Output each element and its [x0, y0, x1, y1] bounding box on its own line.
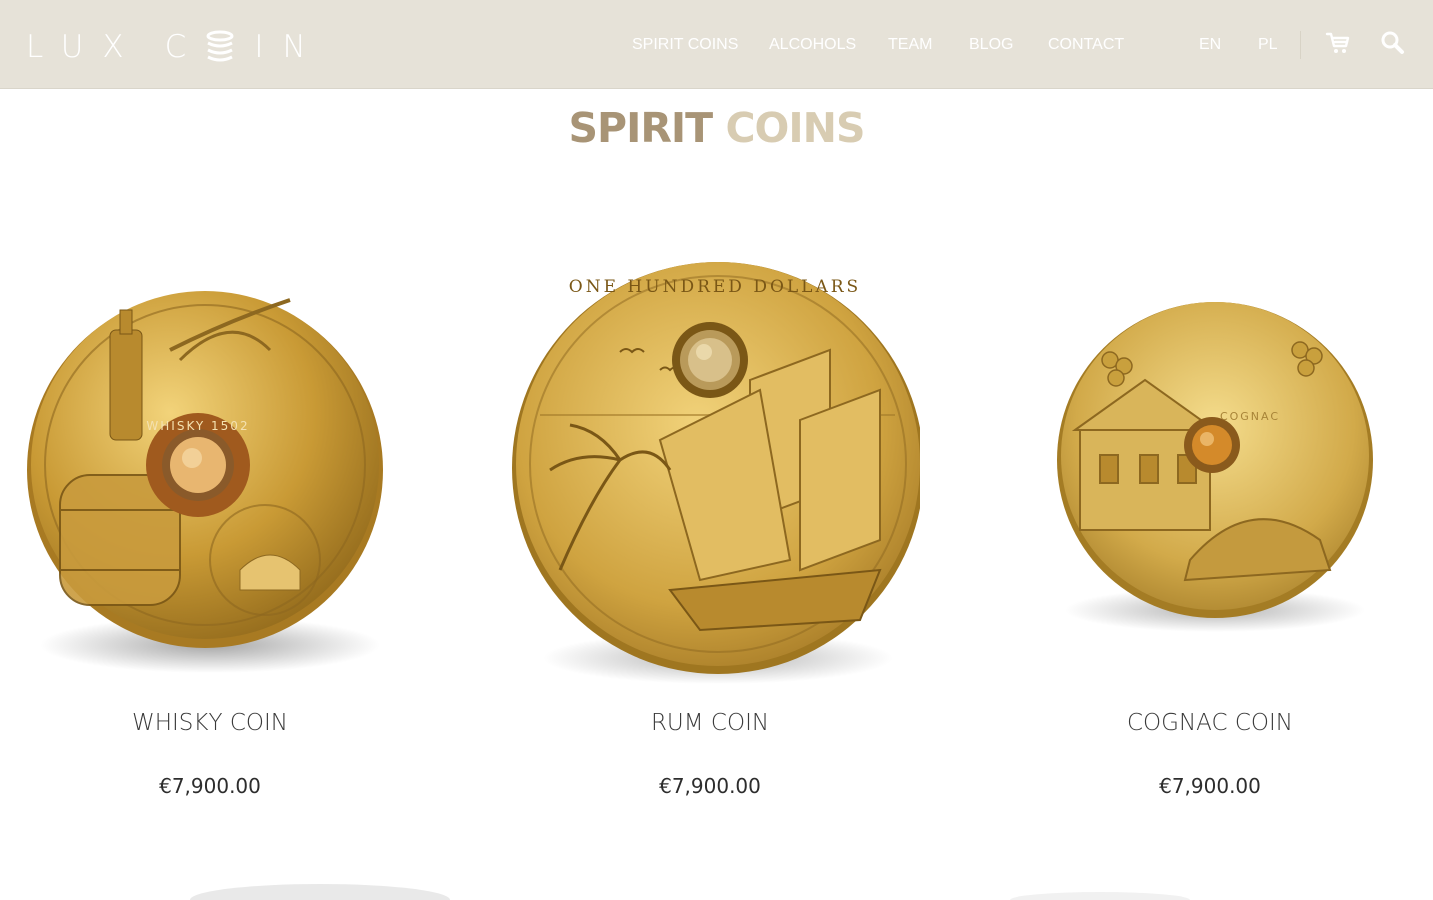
product-card-cognac: COGNAC COGNAC COIN €7,900.00 — [1000, 240, 1420, 820]
product-price: €7,900.00 — [159, 774, 261, 798]
whisky-coin-inscription: WHISKY 1502 — [146, 419, 249, 433]
nav-contact[interactable]: CONTACT — [1048, 36, 1124, 54]
nav-alcohols[interactable]: ALCOHOLS — [769, 36, 856, 54]
cognac-coin-image[interactable]: COGNAC — [1000, 240, 1420, 690]
lang-en[interactable]: EN — [1199, 36, 1221, 54]
site-header: LUX C IN SPIRIT COINS ALCOHOLS TEAM BLOG… — [0, 0, 1433, 89]
product-name[interactable]: COGNAC COIN — [1000, 710, 1420, 736]
nav-team[interactable]: TEAM — [888, 36, 932, 54]
whisky-coin-image[interactable]: WHISKY 1502 — [0, 240, 420, 690]
cart-icon[interactable] — [1325, 30, 1351, 56]
cognac-coin-inscription: COGNAC — [1220, 410, 1280, 423]
coin-stack-icon — [206, 30, 234, 62]
logo-text-lux: LUX — [26, 28, 143, 65]
header-divider — [1300, 31, 1301, 59]
rum-coin-inscription: ONE HUNDRED DOLLARS — [569, 277, 861, 297]
page-title: SPIRIT COINS — [568, 104, 866, 152]
nav-spirit-coins[interactable]: SPIRIT COINS — [632, 36, 738, 54]
search-icon[interactable] — [1380, 30, 1406, 56]
product-card-rum: ONE HUNDRED DOLLARS RUM COIN €7,900.00 — [500, 240, 920, 820]
brand-logo[interactable]: LUX C IN — [26, 30, 325, 64]
lang-pl[interactable]: PL — [1258, 36, 1278, 54]
product-name[interactable]: WHISKY COIN — [0, 710, 420, 736]
product-name[interactable]: RUM COIN — [500, 710, 920, 736]
product-price: €7,900.00 — [659, 774, 761, 798]
logo-text-in: IN — [254, 28, 325, 65]
product-price: €7,900.00 — [1159, 774, 1261, 798]
nav-blog[interactable]: BLOG — [969, 36, 1013, 54]
logo-text-coin: C IN — [164, 28, 325, 65]
next-row-preview — [190, 884, 1190, 900]
product-card-whisky: WHISKY 1502 WHISKY COIN €7,900.00 — [0, 240, 420, 820]
rum-coin-image[interactable]: ONE HUNDRED DOLLARS — [500, 240, 920, 690]
